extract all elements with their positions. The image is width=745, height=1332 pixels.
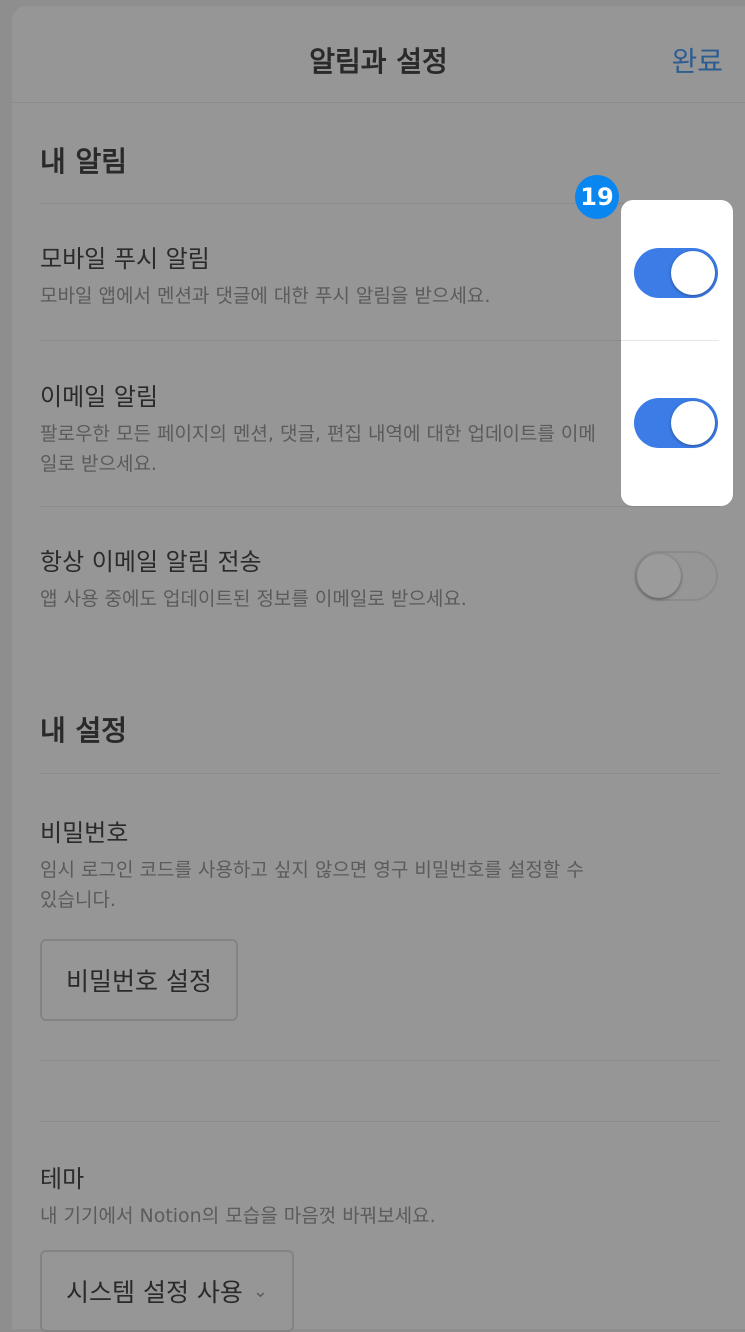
password-title: 비밀번호 bbox=[40, 819, 129, 847]
always-email-desc: 앱 사용 중에도 업데이트된 정보를 이메일로 받으세요. bbox=[40, 588, 467, 610]
email-notif-title: 이메일 알림 bbox=[40, 383, 159, 411]
header: 알림과 설정 완료 bbox=[12, 6, 745, 103]
annotation-badge: 19 bbox=[575, 175, 619, 219]
set-password-label: 비밀번호 설정 bbox=[66, 967, 212, 996]
toggle-knob bbox=[671, 401, 715, 445]
password-desc: 임시 로그인 코드를 사용하고 싶지 않으면 영구 비밀번호를 설정할 수 있습… bbox=[40, 859, 584, 911]
page-title: 알림과 설정 bbox=[309, 45, 448, 78]
email-notif-toggle[interactable] bbox=[634, 398, 718, 448]
mobile-push-desc: 모바일 앱에서 멘션과 댓글에 대한 푸시 알림을 받으세요. bbox=[40, 285, 491, 307]
theme-select-value: 시스템 설정 사용 bbox=[66, 1278, 243, 1307]
theme-desc: 내 기기에서 Notion의 모습을 마음껏 바꿔보세요. bbox=[40, 1205, 436, 1227]
divider bbox=[40, 340, 720, 341]
chevron-down-icon: ⌄ bbox=[252, 1280, 268, 1302]
mobile-push-title: 모바일 푸시 알림 bbox=[40, 245, 210, 273]
done-button[interactable]: 완료 bbox=[671, 40, 723, 80]
divider bbox=[40, 1121, 720, 1122]
mobile-push-toggle[interactable] bbox=[634, 248, 718, 298]
email-notif-desc: 팔로우한 모든 페이지의 멘션, 댓글, 편집 내역에 대한 업데이트를 이메일… bbox=[40, 423, 596, 475]
section-title-settings: 내 설정 bbox=[40, 714, 128, 747]
divider bbox=[621, 340, 719, 341]
theme-title: 테마 bbox=[40, 1165, 85, 1193]
always-email-title: 항상 이메일 알림 전송 bbox=[40, 548, 262, 576]
set-password-button[interactable]: 비밀번호 설정 bbox=[40, 939, 238, 1021]
divider bbox=[40, 506, 720, 507]
toggle-knob bbox=[671, 251, 715, 295]
theme-select[interactable]: 시스템 설정 사용 ⌄ bbox=[40, 1250, 294, 1332]
divider bbox=[40, 1060, 720, 1061]
always-email-toggle[interactable] bbox=[634, 551, 718, 601]
divider bbox=[40, 773, 720, 774]
highlight-box bbox=[621, 200, 733, 506]
toggle-knob bbox=[637, 554, 681, 598]
section-title-notifications: 내 알림 bbox=[40, 145, 128, 178]
